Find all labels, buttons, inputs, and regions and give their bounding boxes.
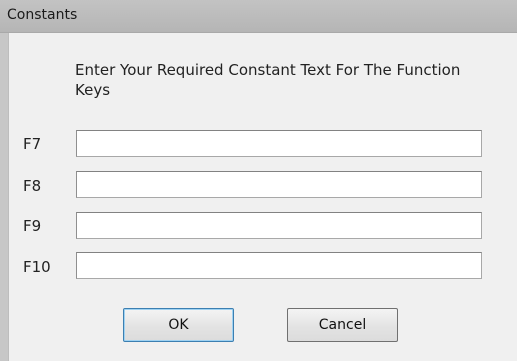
f10-label: F10 — [23, 258, 51, 276]
window-frame-left — [0, 33, 8, 361]
f7-field[interactable] — [76, 130, 482, 157]
ok-button[interactable]: OK — [123, 308, 234, 342]
f8-label: F8 — [23, 177, 42, 195]
f9-field[interactable] — [76, 212, 482, 239]
f7-label: F7 — [23, 135, 42, 153]
cancel-button[interactable]: Cancel — [287, 308, 398, 342]
f10-field[interactable] — [76, 252, 482, 279]
f9-label: F9 — [23, 217, 42, 235]
window-title: Constants — [7, 7, 78, 23]
instruction-text: Enter Your Required Constant Text For Th… — [75, 61, 461, 99]
title-bar[interactable]: Constants — [0, 0, 517, 33]
constants-dialog: Constants Enter Your Required Constant T… — [0, 0, 517, 361]
f8-field[interactable] — [76, 171, 482, 198]
